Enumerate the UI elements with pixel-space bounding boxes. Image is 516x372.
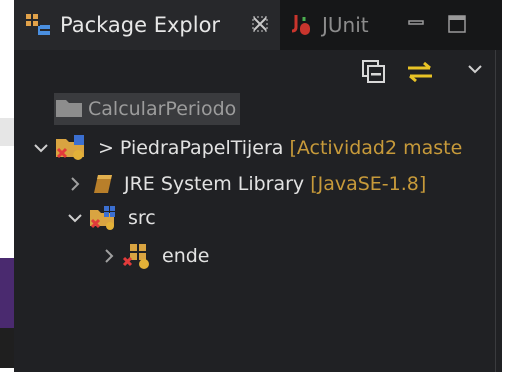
tree-item-label: PiedraPapelTijera bbox=[119, 137, 284, 159]
background-fragment bbox=[0, 118, 14, 146]
chevron-down-icon[interactable] bbox=[32, 139, 50, 157]
link-with-editor-icon[interactable] bbox=[406, 60, 432, 83]
view-window-controls bbox=[407, 14, 467, 34]
junit-icon bbox=[290, 11, 316, 39]
tab-bar: Package Explor JUnit bbox=[14, 0, 502, 50]
chevron-down-icon[interactable] bbox=[66, 209, 84, 227]
chevron-right-icon[interactable] bbox=[100, 247, 118, 265]
package-explorer-view: Package Explor JUnit CalcularPeriodo > P… bbox=[14, 0, 502, 372]
tree-item-closed-project[interactable]: CalcularPeriodo bbox=[54, 93, 241, 125]
tree-item-label: ende bbox=[162, 245, 210, 267]
tab-junit[interactable]: JUnit bbox=[280, 0, 400, 50]
collapse-all-icon[interactable] bbox=[362, 60, 385, 83]
maximize-icon[interactable] bbox=[447, 14, 467, 34]
package-icon bbox=[122, 242, 154, 270]
tree-item-label: CalcularPeriodo bbox=[88, 98, 237, 120]
tab-label: Package Explor bbox=[60, 13, 221, 37]
tab-label: JUnit bbox=[322, 13, 369, 37]
minimize-icon[interactable] bbox=[407, 15, 425, 33]
tree-item-prefix: > bbox=[98, 137, 114, 159]
view-toolbar bbox=[14, 50, 502, 90]
right-edge-strip bbox=[502, 0, 516, 372]
chevron-right-icon[interactable] bbox=[66, 175, 84, 193]
tree-item-jre-library[interactable]: JRE System Library [JavaSE-1.8] bbox=[66, 168, 426, 200]
tree-item-label: JRE System Library bbox=[124, 173, 305, 195]
source-folder-icon bbox=[88, 204, 122, 232]
chevron-down-icon[interactable] bbox=[466, 60, 488, 82]
tree-item-package[interactable]: ende bbox=[100, 240, 209, 272]
closed-project-folder-icon bbox=[54, 97, 88, 121]
close-icon[interactable] bbox=[250, 14, 270, 34]
tree-item-project[interactable]: > PiedraPapelTijera [Actividad2 maste bbox=[32, 132, 462, 164]
library-decoration: [JavaSE-1.8] bbox=[310, 173, 427, 195]
library-icon bbox=[90, 172, 118, 196]
tree-item-label: src bbox=[128, 207, 156, 229]
background-fragment bbox=[0, 328, 14, 368]
tree-item-src[interactable]: src bbox=[66, 202, 156, 234]
java-project-icon bbox=[54, 133, 92, 163]
git-decoration: [Actividad2 maste bbox=[289, 137, 463, 159]
tab-package-explorer[interactable]: Package Explor bbox=[14, 0, 280, 50]
left-edge-strip bbox=[0, 0, 14, 372]
package-explorer-icon bbox=[24, 12, 54, 38]
